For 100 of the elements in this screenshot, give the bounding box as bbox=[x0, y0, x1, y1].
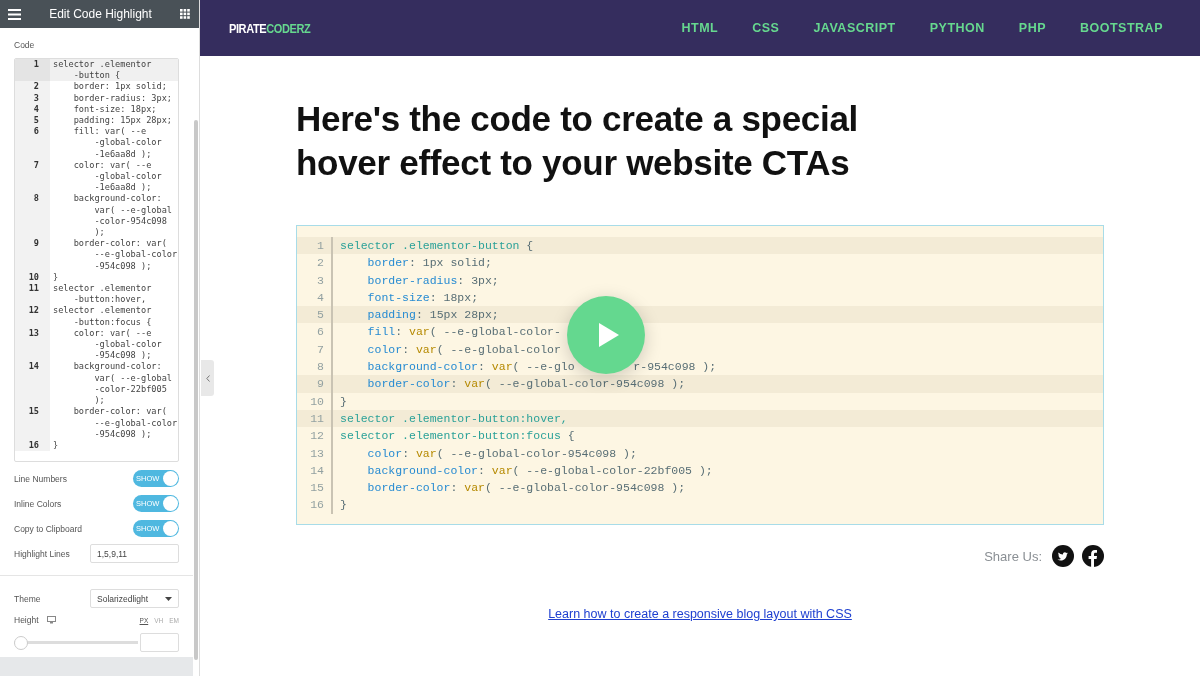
article-heading: Here's the code to create a special hover effect to your website CTAs bbox=[296, 98, 859, 184]
code-text: -button:hover, bbox=[72, 294, 148, 306]
line-number: 13 bbox=[15, 327, 50, 362]
scrollbar[interactable] bbox=[194, 120, 198, 660]
code-line: background-color: var( --e-glo r-954c098 ); bbox=[366, 359, 717, 376]
code-text: fill: var( --e bbox=[72, 126, 148, 138]
theme-select[interactable]: Solarizedlight bbox=[90, 589, 179, 608]
toggle-label: Line Numbers bbox=[14, 473, 67, 484]
code-text: selector .elementor bbox=[53, 59, 153, 71]
grid-icon[interactable] bbox=[180, 9, 190, 19]
code-line: border: 1px solid; bbox=[366, 255, 492, 272]
code-text: -global-color bbox=[93, 171, 163, 183]
facebook-icon[interactable] bbox=[1082, 545, 1104, 567]
field-label: Code bbox=[14, 40, 35, 50]
slider-thumb[interactable] bbox=[14, 635, 28, 650]
code-text: var( --e-global bbox=[93, 372, 173, 384]
code-text: border: 1px solid; bbox=[72, 81, 168, 93]
nav-link[interactable]: CSS bbox=[752, 21, 780, 35]
code-text: -1e6aa8d ); bbox=[93, 182, 153, 194]
code-line: background-color: var( --e-global-color-22bf005 ); bbox=[366, 462, 713, 479]
line-number: 5 bbox=[316, 307, 324, 324]
field-label: Highlight Lines bbox=[14, 548, 70, 559]
code-text: background-color: bbox=[72, 361, 163, 373]
field-label: Theme bbox=[14, 593, 41, 604]
code-text: -global-color bbox=[93, 137, 163, 149]
article-link[interactable]: Learn how to create a responsive blog layout with CSS bbox=[548, 607, 852, 621]
line-number: 6 bbox=[316, 324, 324, 341]
code-line: selector .elementor-button { bbox=[340, 238, 534, 254]
line-number: 3 bbox=[15, 92, 50, 104]
line-number: 3 bbox=[316, 272, 324, 289]
monitor-icon[interactable] bbox=[46, 616, 56, 624]
code-line: } bbox=[340, 497, 347, 514]
code-text: var( --e-global bbox=[93, 204, 173, 216]
code-text: -global-color bbox=[93, 339, 163, 351]
code-text: -954c098 ); bbox=[93, 350, 153, 362]
nav-link[interactable]: JAVASCRIPT bbox=[813, 21, 896, 35]
code-line: font-size: 18px; bbox=[366, 289, 479, 306]
line-number: 6 bbox=[15, 126, 50, 160]
line-number: 9 bbox=[316, 376, 324, 393]
twitter-icon[interactable] bbox=[1052, 545, 1074, 567]
code-line: padding: 15px 28px; bbox=[366, 307, 499, 324]
play-icon bbox=[599, 323, 619, 347]
menu-icon[interactable] bbox=[8, 8, 21, 20]
line-number: 7 bbox=[15, 159, 50, 194]
share-label: Share Us: bbox=[984, 548, 1042, 564]
line-number: 12 bbox=[15, 305, 50, 328]
code-text: -1e6aa8d ); bbox=[93, 148, 153, 160]
line-number: 8 bbox=[316, 359, 324, 376]
code-text: padding: 15px 28px; bbox=[72, 115, 173, 127]
line-number: 12 bbox=[309, 428, 324, 445]
number-field[interactable] bbox=[140, 633, 179, 652]
line-number: 7 bbox=[316, 341, 324, 358]
line-number: 15 bbox=[15, 406, 50, 440]
code-text: background-color: bbox=[72, 193, 163, 205]
code-editor[interactable] bbox=[14, 58, 179, 462]
code-text: font-size: 18px; bbox=[72, 103, 158, 115]
code-text: -954c098 ); bbox=[93, 260, 153, 272]
code-text: --e-global-color bbox=[93, 249, 178, 261]
code-text: } bbox=[53, 439, 60, 452]
code-text: -button:focus { bbox=[72, 316, 153, 328]
code-text: color: var( --e bbox=[72, 327, 153, 340]
code-text: border-radius: 3px; bbox=[72, 92, 173, 104]
line-number: 16 bbox=[309, 497, 324, 514]
nav-link[interactable]: HTML bbox=[681, 21, 719, 35]
line-number: 5 bbox=[15, 115, 50, 127]
code-text: selector .elementor bbox=[53, 305, 153, 317]
input-field[interactable]: 1,5,9,11 bbox=[90, 544, 179, 563]
code-text: border-color: var( bbox=[72, 406, 168, 418]
code-line: border-radius: 3px; bbox=[366, 272, 499, 289]
code-line: color: var( --e-global-color-954c098 ); bbox=[366, 445, 637, 462]
code-text: } bbox=[53, 271, 60, 284]
collapse-handle[interactable] bbox=[201, 360, 214, 396]
code-line: fill: var( --e-global-color- bbox=[366, 324, 561, 341]
code-text: selector .elementor bbox=[53, 283, 153, 295]
caret-icon bbox=[165, 596, 172, 601]
nav-link[interactable]: PHP bbox=[1018, 21, 1046, 35]
line-number: 13 bbox=[309, 445, 324, 462]
code-line: selector .elementor-button:focus { bbox=[340, 428, 575, 445]
toggle-label: Inline Colors bbox=[14, 498, 62, 509]
line-number: 1 bbox=[15, 59, 50, 82]
code-text: --e-global-color bbox=[93, 417, 178, 429]
nav-link[interactable]: PYTHON bbox=[929, 21, 985, 35]
line-number: 4 bbox=[316, 289, 324, 306]
nav-link[interactable]: BOOTSTRAP bbox=[1080, 21, 1163, 35]
code-text: ); bbox=[93, 227, 106, 239]
code-line: selector .elementor-button:hover, bbox=[340, 410, 568, 427]
toggle-label: Copy to Clipboard bbox=[14, 523, 83, 534]
site-logo[interactable]: PIRATECODERZ bbox=[229, 20, 311, 36]
line-number: 2 bbox=[316, 255, 324, 272]
code-text: ); bbox=[93, 395, 106, 407]
code-line: color: var( --e-global-color bbox=[366, 341, 561, 358]
line-number: 1 bbox=[316, 238, 324, 254]
line-number: 15 bbox=[309, 480, 324, 497]
code-line: border-color: var( --e-global-color-954c098 ); bbox=[366, 480, 686, 497]
code-line: border-color: var( --e-global-color-954c098 ); bbox=[366, 376, 686, 393]
code-text: border-color: var( bbox=[72, 238, 168, 250]
code-text: -954c098 ); bbox=[93, 428, 153, 440]
line-number: 11 bbox=[15, 283, 50, 306]
line-number: 14 bbox=[15, 361, 50, 407]
code-text: color: var( --e bbox=[72, 159, 153, 172]
